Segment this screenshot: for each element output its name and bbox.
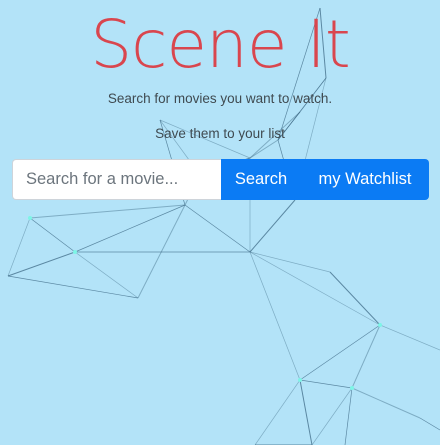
watchlist-button[interactable]: my Watchlist (301, 159, 429, 200)
subtitle-save-hint: Save them to your list (155, 126, 285, 141)
main-content: Scene It Search for movies you want to w… (0, 0, 440, 445)
search-button[interactable]: Search (221, 159, 301, 200)
search-input[interactable] (12, 159, 221, 200)
subtitle-search-hint: Search for movies you want to watch. (107, 91, 333, 106)
search-form: Search my Watchlist (12, 159, 429, 200)
app-title: Scene It (90, 6, 351, 83)
